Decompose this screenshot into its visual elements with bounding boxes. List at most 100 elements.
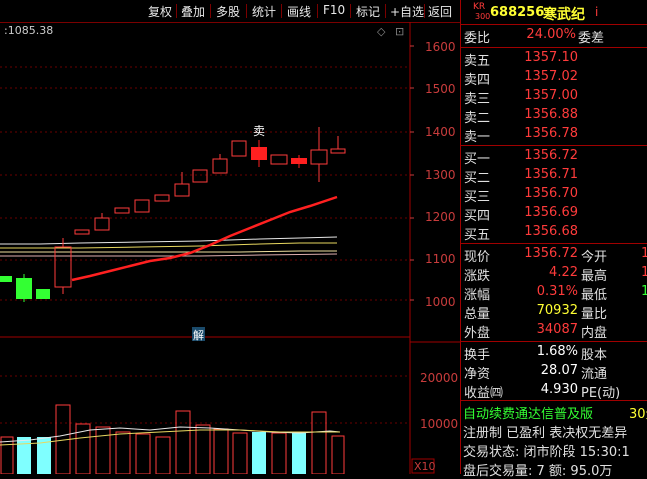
- window-controls[interactable]: ◇ ⊡: [377, 25, 404, 38]
- candle: [270, 154, 288, 165]
- stat-label2: 最低: [581, 288, 608, 303]
- stat-label: 现价: [464, 250, 491, 265]
- news-headline[interactable]: 自动续费通达信普及版: [463, 403, 593, 422]
- ask-price: 1356.88: [524, 107, 578, 122]
- toolbar-separator: [246, 4, 247, 18]
- stat2-value: 4.930: [540, 382, 578, 397]
- ask-label: 卖五: [464, 54, 491, 69]
- ask-label: 卖三: [464, 92, 491, 107]
- weibi-row: 委比 24.00% 委差: [461, 26, 647, 46]
- toolbar-add-favorite-button[interactable]: +自选: [390, 3, 424, 20]
- stat-label: 涨幅: [464, 288, 491, 303]
- chart-toolbar: 复权 叠加 多股 统计 画线 F10 标记 +自选 返回: [0, 0, 460, 23]
- stat-label2: 最高: [581, 269, 608, 284]
- stat-label2: 今开: [581, 250, 608, 265]
- toolbar-separator: [385, 4, 386, 18]
- stat2-label2: 流通: [581, 367, 608, 382]
- divider: [461, 24, 647, 25]
- bid-row: 买一 1356.72: [461, 147, 647, 167]
- toolbar-draw-line-button[interactable]: 画线: [287, 3, 311, 20]
- toolbar-separator: [210, 4, 211, 18]
- candle: [36, 289, 50, 299]
- restore-icon[interactable]: ⊡: [395, 25, 404, 38]
- ask-label: 卖二: [464, 111, 491, 126]
- kline-chart[interactable]: :1085.38 ◇ ⊡ 1600 1500 1400 1300 1200 11…: [0, 22, 460, 474]
- news-row[interactable]: 自动续费通达信普及版 30元: [461, 402, 647, 422]
- bid-label: 买五: [464, 228, 491, 243]
- unlock-marker[interactable]: 解: [193, 328, 204, 342]
- y-tick: 1000: [425, 295, 456, 309]
- y-tick: 1400: [425, 125, 456, 139]
- stat2-row: 换手 1.68% 股本: [461, 343, 647, 363]
- ask-price: 1357.10: [524, 50, 578, 65]
- stat2-label2: PE(动): [581, 386, 621, 401]
- candle: [0, 276, 12, 282]
- toolbar-overlay-button[interactable]: 叠加: [181, 3, 205, 20]
- outer-volume: 34087: [536, 322, 578, 337]
- stat-value2: 1: [641, 246, 647, 261]
- y-tick: 1600: [425, 40, 456, 54]
- sell-marker[interactable]: 卖: [253, 124, 265, 138]
- change-pct: 0.31%: [536, 284, 578, 299]
- toolbar-multi-stock-button[interactable]: 多股: [216, 3, 240, 20]
- ask-row: 卖一 1356.78: [461, 125, 647, 145]
- stat2-row: 收益㈣ 4.930 PE(动): [461, 381, 647, 401]
- toolbar-f10-button[interactable]: F10: [323, 3, 345, 17]
- ask-price: 1357.00: [524, 88, 578, 103]
- ma-line-pink: [0, 253, 338, 257]
- bid-label: 买二: [464, 171, 491, 186]
- bid-price: 1356.68: [524, 224, 578, 239]
- bid-label: 买一: [464, 152, 491, 167]
- stat-row: 现价 1356.72 今开 1: [461, 245, 647, 265]
- candle: [231, 140, 247, 157]
- candle: [74, 229, 90, 235]
- stat-label: 涨跌: [464, 269, 491, 284]
- bid-label: 买四: [464, 209, 491, 224]
- divider: [461, 400, 647, 401]
- stat-label: 总量: [464, 307, 491, 322]
- vol-tick: 20000: [420, 371, 458, 385]
- stat-value2: 1: [641, 284, 647, 299]
- stat-row: 总量 70932 量比: [461, 302, 647, 322]
- y-tick: 1300: [425, 168, 456, 182]
- stock-suffix: i: [595, 5, 599, 19]
- info-row: 注册制 已盈利 表决权无差异: [461, 421, 647, 441]
- candle: [330, 148, 346, 154]
- ma-line-cream: [0, 250, 337, 253]
- candle: [154, 194, 170, 202]
- stat-value2: 1: [641, 265, 647, 280]
- stat2-label2: 股本: [581, 348, 608, 363]
- y-tick: 1100: [425, 252, 456, 266]
- ma-value-label: :1085.38: [4, 24, 53, 37]
- vol-tick: 10000: [420, 417, 458, 431]
- diamond-icon[interactable]: ◇: [377, 25, 386, 38]
- toolbar-back-button[interactable]: 返回: [428, 3, 452, 20]
- toolbar-fuquan-button[interactable]: 复权: [148, 3, 172, 20]
- toolbar-stats-button[interactable]: 统计: [252, 3, 276, 20]
- stat2-value: 1.68%: [536, 344, 578, 359]
- ask-row: 卖二 1356.88: [461, 106, 647, 126]
- bid-price: 1356.72: [524, 148, 578, 163]
- stock-header: KR 300 688256 寒武纪 i: [461, 2, 647, 23]
- exchange-num: 300: [475, 12, 491, 21]
- bid-row: 买二 1356.71: [461, 166, 647, 186]
- stat2-label: 净资: [464, 367, 491, 382]
- toolbar-mark-button[interactable]: 标记: [356, 3, 380, 20]
- stock-name: 寒武纪: [543, 7, 585, 23]
- stat-row: 涨跌 4.22 最高 1: [461, 264, 647, 284]
- divider: [461, 47, 647, 48]
- ask-label: 卖四: [464, 73, 491, 88]
- toolbar-separator: [281, 4, 282, 18]
- price-axis-labels: 1600 1500 1400 1300 1200 1100 1000 20000…: [420, 40, 458, 431]
- y-tick: 1500: [425, 82, 456, 96]
- weibi-value: 24.00%: [526, 27, 576, 42]
- stat2-label: 收益㈣: [464, 386, 504, 401]
- stat-row: 外盘 34087 内盘: [461, 321, 647, 341]
- weibi-label: 委比: [464, 31, 491, 46]
- stat2-row: 净资 28.07 流通: [461, 362, 647, 382]
- stat-label: 外盘: [464, 326, 491, 341]
- weicha-label: 委差: [578, 31, 605, 46]
- ask-row: 卖四 1357.02: [461, 68, 647, 88]
- toolbar-separator: [424, 4, 425, 18]
- toolbar-separator: [317, 4, 318, 18]
